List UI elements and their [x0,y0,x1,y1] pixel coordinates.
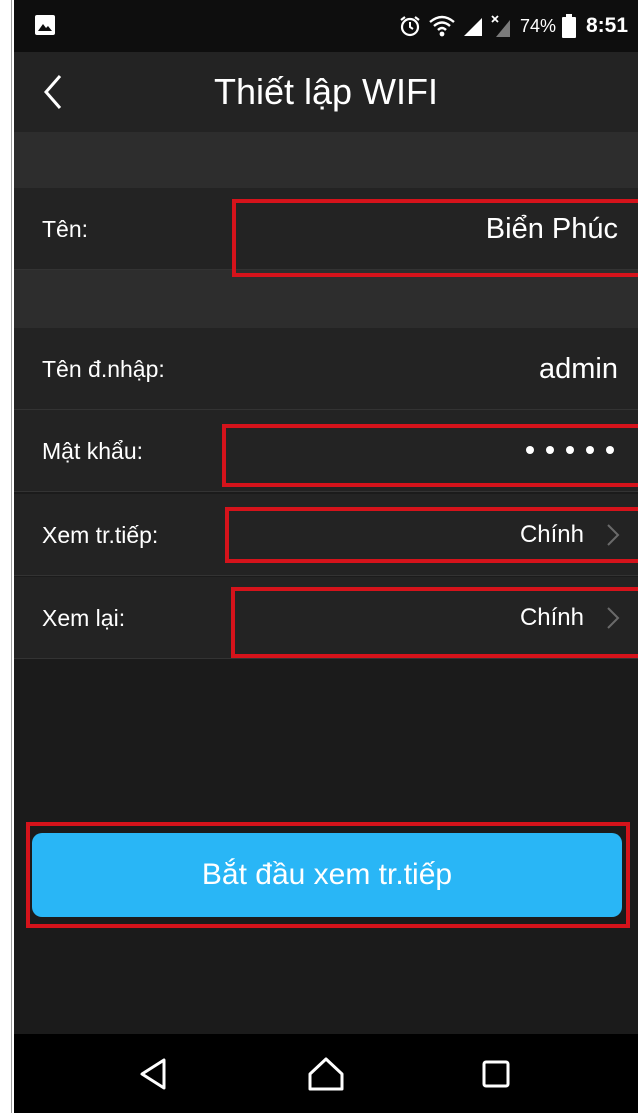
nav-recents-button[interactable] [476,1054,516,1094]
wifi-icon [428,14,456,38]
signal-icon [462,15,484,37]
page-title: Thiết lập WIFI [213,71,439,112]
password-dot [606,446,614,454]
alarm-icon [398,14,422,38]
password-row[interactable]: Mật khẩu: [14,410,638,492]
start-live-view-button[interactable]: Bắt đầu xem tr.tiếp [32,833,622,917]
back-button[interactable] [34,66,84,118]
status-icons: 74% 8:51 [398,0,628,52]
chevron-right-icon [607,607,620,629]
live-view-stream-row[interactable]: Xem tr.tiếp: Chính [14,494,638,576]
battery-icon [561,14,576,38]
playback-value: Chính [519,604,584,631]
nav-back-button[interactable] [134,1054,174,1094]
password-label: Mật khẩu: [42,438,143,464]
username-row[interactable]: Tên đ.nhập: admin [14,328,638,410]
margin-divider [11,0,12,1113]
system-nav-bar [14,1034,638,1113]
nav-home-button[interactable] [306,1054,346,1094]
password-dot [566,446,574,454]
left-margin [0,0,14,1113]
name-label: Tên: [42,216,89,242]
playback-label: Xem lại: [42,605,126,631]
section-spacer [14,270,638,328]
playback-stream-row[interactable]: Xem lại: Chính [14,577,638,659]
password-dot [546,446,554,454]
name-value[interactable]: Biển Phúc [486,188,618,270]
name-row[interactable]: Tên: Biển Phúc [14,188,638,270]
battery-percent: 74% [519,15,556,36]
chevron-right-icon [607,524,620,546]
back-chevron-icon [44,75,62,109]
username-value[interactable]: admin [539,328,618,410]
signal-nodata-icon [490,14,512,38]
password-field[interactable] [526,446,614,454]
status-bar: 74% 8:51 [14,0,638,52]
password-dot [586,446,594,454]
section-spacer [14,132,638,188]
app-header: Thiết lập WIFI [14,52,638,132]
status-time: 8:51 [585,14,628,37]
screenshot-frame: 74% 8:51 Thiết lập WIFI Tên: Biển Phúc T… [0,0,638,1113]
live-view-label: Xem tr.tiếp: [42,522,159,548]
username-label: Tên đ.nhập: [42,356,165,382]
nav-back-icon [140,1058,166,1090]
password-dot [526,446,534,454]
gallery-icon [34,14,56,36]
live-view-value: Chính [519,521,584,548]
nav-home-icon [308,1057,344,1091]
nav-recents-icon [482,1060,510,1088]
phone-screen: 74% 8:51 Thiết lập WIFI Tên: Biển Phúc T… [14,0,638,1113]
